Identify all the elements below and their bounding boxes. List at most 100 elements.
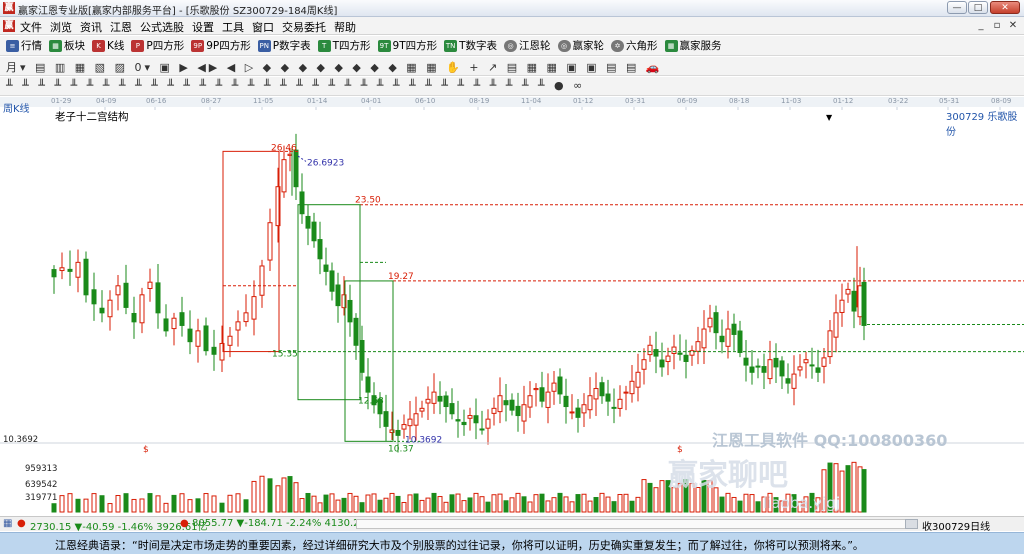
toolbar-9p-square-button[interactable]: 9P 9P四方形: [191, 38, 251, 53]
volume-bar: [845, 465, 851, 513]
menu-formula-select[interactable]: 公式选股: [140, 19, 184, 35]
indicator-dropdown-icon[interactable]: ▼: [826, 113, 832, 122]
volume-bar: [123, 493, 129, 513]
volume-bar: [449, 494, 455, 513]
toolbar-quotes-button[interactable]: ≡ 行情: [6, 38, 42, 53]
toolbar-9t-square-button[interactable]: 9T 9T四方形: [377, 38, 437, 53]
toolbar-winner-service-button[interactable]: ▦ 赢家服务: [664, 38, 722, 53]
candle-body: [749, 366, 755, 373]
kline-chart[interactable]: 26.46 26.6923 23.50 19.27 15.35 12.68 10.37 10.…: [0, 107, 1024, 515]
candle-body: [809, 364, 815, 367]
menu-settings[interactable]: 设置: [192, 19, 214, 35]
volume-bar: [195, 498, 201, 513]
toolbar-sector-button[interactable]: ▦ 板块: [49, 38, 85, 53]
date-axis-label: 03-22: [888, 97, 909, 105]
menu-trade[interactable]: 交易委托: [282, 19, 326, 35]
volume-bar: [623, 493, 629, 513]
volume-bar: [389, 492, 395, 513]
candle-body: [611, 406, 617, 409]
candle-body: [179, 312, 185, 326]
volume-bar: [51, 503, 57, 513]
child-close-button[interactable]: ✕: [1006, 19, 1020, 32]
candle-body: [359, 340, 365, 373]
candle-body: [211, 346, 217, 355]
maximize-window-button[interactable]: □: [968, 1, 988, 14]
date-axis-label: 06-16: [146, 97, 167, 105]
candle-body: [701, 328, 707, 349]
candle-body: [497, 395, 503, 413]
toolbar-hexagon-button[interactable]: ✡ 六角形: [611, 38, 658, 53]
date-axis: 01-29 04-09 06-16 08-27 11-05 01-14 04-01 06-10…: [0, 97, 1024, 107]
date-axis-label: 05-31: [939, 97, 960, 105]
volume-bar: [139, 498, 145, 513]
volume-bar: [329, 493, 335, 513]
drawing-tool-icons[interactable]: 月▾ ▤ ▥ ▦ ▧ ▨ 0▾ ▣ ▶ ◀▶ ◀ ▷ ◆ ◆ ◆ ◆ ◆ ◆ ◆…: [6, 59, 663, 75]
scrollbar-thumb[interactable]: [905, 519, 918, 529]
price-label: 23.50: [355, 196, 381, 206]
candle-body: [115, 285, 121, 296]
candle-body: [461, 421, 467, 426]
toolbar-winner-wheel-button[interactable]: ◎ 赢家轮: [557, 38, 604, 53]
status-grid-icon[interactable]: ▦: [3, 518, 12, 529]
peak-pointer-line: [297, 155, 307, 162]
period-tool-icons[interactable]: ╨ ╨ ╨ ╨ ╨ ╨ ╨ ╨ ╨ ╨ ╨ ╨ ╨ ╨ ╨ ╨ ╨ ╨ ╨ ╨ …: [6, 79, 585, 92]
axis-volume-3: 319771: [25, 493, 57, 503]
close-window-button[interactable]: ✕: [990, 1, 1020, 14]
stock-code-label: 300729 乐歌股份: [946, 112, 1018, 138]
volume-bar: [545, 500, 551, 513]
child-restore-button[interactable]: ▫: [990, 19, 1004, 32]
volume-bar: [311, 495, 317, 513]
volume-bar: [413, 493, 419, 513]
volume-bar: [425, 497, 431, 513]
toolbar-t-number-table-button[interactable]: TN T数字表: [444, 38, 497, 53]
menu-window[interactable]: 窗口: [252, 19, 274, 35]
price-label: 12.68: [358, 397, 384, 407]
candle-body: [353, 317, 359, 346]
child-minimize-button[interactable]: _: [974, 19, 988, 32]
candle-body: [545, 391, 551, 408]
volume-bar: [533, 494, 539, 513]
horizontal-scrollbar[interactable]: [356, 519, 912, 529]
footer-quote: 江恩经典语录：“时间是决定市场走势的重要因素，经过详细研究大市及个别股票的过往记…: [55, 539, 864, 552]
date-axis-label: 11-03: [781, 97, 802, 105]
volume-bar: [659, 480, 665, 513]
candle-body: [83, 258, 89, 296]
volume-bar: [335, 499, 341, 513]
volume-bar: [557, 492, 563, 513]
volume-bar: [443, 501, 449, 513]
toolbar-t-square-button[interactable]: T T四方形: [317, 38, 371, 53]
main-toolbar: ≡ 行情 ▦ 板块 K K线 P P四方形 9P 9P四方形 PN P数字表 T T四方形 9…: [0, 36, 1024, 56]
menu-info[interactable]: 资讯: [80, 19, 102, 35]
menu-app-icon[interactable]: 赢: [3, 20, 15, 32]
toolbar-kline-button[interactable]: K K线: [92, 38, 124, 53]
volume-bar: [419, 499, 425, 513]
candle-body: [731, 323, 737, 335]
menu-browse[interactable]: 浏览: [50, 19, 72, 35]
candle-body: [155, 282, 161, 314]
date-axis-label: 06-10: [415, 97, 436, 105]
volume-bar: [743, 493, 749, 513]
volume-bar: [455, 493, 461, 513]
minimize-window-button[interactable]: —: [947, 1, 967, 14]
volume-bar: [497, 493, 503, 513]
candle-body: [785, 378, 791, 384]
candle-body: [407, 418, 413, 427]
candle-body: [187, 328, 193, 343]
toolbar-p-number-table-button[interactable]: PN P数字表: [257, 38, 311, 53]
menu-file[interactable]: 文件: [20, 19, 42, 35]
volume-bar: [259, 475, 265, 513]
menu-help[interactable]: 帮助: [334, 19, 356, 35]
drawing-toolbar: 月▾ ▤ ▥ ▦ ▧ ▨ 0▾ ▣ ▶ ◀▶ ◀ ▷ ◆ ◆ ◆ ◆ ◆ ◆ ◆…: [0, 57, 1024, 76]
toolbar-gann-wheel-button[interactable]: ◎ 江恩轮: [504, 38, 551, 53]
volume-bar: [359, 502, 365, 513]
date-axis-label: 08-19: [469, 97, 490, 105]
volume-bar: [861, 469, 867, 513]
volume-bar: [67, 493, 73, 513]
toolbar-p-square-button[interactable]: P P四方形: [131, 38, 184, 53]
price-label: 15.35: [272, 350, 298, 360]
menu-tools[interactable]: 工具: [222, 19, 244, 35]
candle-body: [147, 281, 153, 290]
menu-gann[interactable]: 江恩: [110, 19, 132, 35]
volume-bar: [575, 494, 581, 513]
volume-bar: [617, 493, 623, 513]
